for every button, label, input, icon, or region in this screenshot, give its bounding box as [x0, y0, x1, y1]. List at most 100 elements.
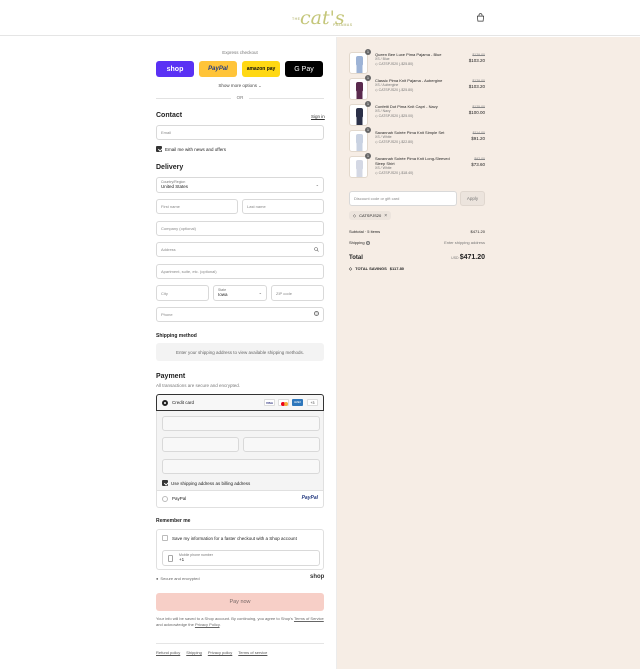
address-field[interactable]: Address [156, 242, 324, 257]
product-swatch-top [356, 82, 363, 92]
paypal-label: PayPal [208, 66, 228, 72]
city-field[interactable]: City [156, 285, 209, 301]
amex-icon: AMEX [292, 399, 303, 406]
subtotal-label: Subtotal · 5 items [349, 229, 381, 234]
or-separator: OR [231, 95, 249, 100]
quantity-badge: 1 [365, 49, 371, 55]
paypal-button[interactable]: PayPal [199, 61, 237, 77]
pay-now-button[interactable]: Pay now [156, 593, 324, 611]
product-price: $103.20 [468, 58, 485, 63]
product-thumbnail [349, 156, 368, 178]
cart-item: 1 Queen Bee Luxe Pima Pajama - Blue XS / … [349, 49, 485, 76]
quantity-badge: 1 [365, 153, 371, 159]
apartment-field[interactable]: Apartment, suite, etc. (optional) [156, 264, 324, 279]
expiration-field[interactable] [162, 437, 239, 452]
security-code-field[interactable] [243, 437, 320, 452]
refund-policy-link[interactable]: Refund policy [156, 650, 180, 655]
footer-divider [156, 643, 324, 644]
news-checkbox[interactable] [156, 146, 162, 152]
card-number-field[interactable] [162, 416, 320, 431]
news-label: Email me with news and offers [165, 146, 226, 152]
phone-field[interactable]: Phone ? [156, 307, 324, 322]
billing-checkbox[interactable] [162, 480, 168, 486]
card-details-panel: Use shipping address as billing address [156, 411, 324, 491]
product-name: Savannah Soirée Pima Knit Long-Sleeved S… [375, 156, 450, 166]
discount-code-applied: ◇ CATSPJS20 (-$25.80) [375, 88, 414, 92]
news-checkbox-row[interactable]: Email me with news and offers [156, 146, 226, 152]
last-name-placeholder: Last name [247, 204, 266, 209]
cart-item: 1 Classic Pima Knit Pajama - Aubergine XS… [349, 75, 485, 102]
amazon-pay-label: amazon pay [246, 66, 276, 72]
company-field[interactable]: Company (optional) [156, 221, 324, 236]
mobile-phone-icon [168, 555, 173, 562]
tag-icon: ◇ [349, 266, 353, 271]
shop-pay-label: shop [166, 65, 184, 73]
shopping-bag-icon[interactable] [476, 13, 485, 22]
paypal-option[interactable]: PayPal PayPal [156, 491, 324, 508]
name-on-card-field[interactable] [162, 459, 320, 474]
terms-of-service-link[interactable]: Terms of service [238, 650, 267, 655]
applied-code-label: CATSPJS20 [359, 213, 382, 218]
shop-pay-button[interactable]: shop [156, 61, 194, 77]
save-info-row[interactable]: Save my information for a faster checkou… [162, 535, 297, 541]
apply-button[interactable]: Apply [460, 191, 485, 206]
paypal-radio[interactable] [162, 496, 168, 502]
visa-icon: VISA [264, 399, 275, 406]
first-name-placeholder: First name [161, 204, 180, 209]
zip-field[interactable]: ZIP code [271, 285, 324, 301]
shop-logo: shop [310, 574, 325, 580]
help-icon[interactable]: ? [314, 311, 319, 316]
discount-code-applied: ◇ CATSPJS20 (-$22.80) [375, 140, 414, 144]
discount-code-field[interactable]: Discount code or gift card [349, 191, 457, 206]
cart-item: 1 Savannah Soirée Pima Knit Simple Set XS… [349, 127, 485, 154]
terms-link[interactable]: Terms of Service [294, 616, 324, 621]
save-info-checkbox[interactable] [162, 535, 168, 541]
chevron-down-icon: ⌄ [258, 290, 262, 295]
show-more-options[interactable]: Show more options ⌄ [156, 83, 324, 88]
city-placeholder: City [161, 290, 168, 296]
credit-card-label: Credit card [172, 400, 195, 405]
total-value: $471.20 [459, 254, 485, 261]
total-label: Total [349, 255, 363, 261]
email-placeholder: Email [161, 130, 172, 135]
country-select[interactable]: Country/Region United States ⌄ [156, 177, 324, 193]
privacy-policy-link[interactable]: Privacy policy [208, 650, 232, 655]
credit-card-radio[interactable] [162, 400, 168, 406]
remove-code-icon[interactable]: × [384, 213, 387, 219]
product-swatch-top [356, 108, 363, 118]
credit-card-option[interactable]: Credit card VISA AMEX +3 [156, 394, 324, 411]
product-swatch-bottom [356, 117, 363, 125]
email-field[interactable]: Email [156, 125, 324, 140]
shipping-link[interactable]: Shipping [186, 650, 202, 655]
help-icon[interactable]: ? [365, 241, 370, 245]
disclaimer-and: and acknowledge the [156, 622, 194, 627]
discount-placeholder: Discount code or gift card [354, 196, 400, 201]
sign-in-link[interactable]: Sign in [311, 114, 325, 119]
payment-subtitle: All transactions are secure and encrypte… [156, 383, 241, 388]
privacy-link[interactable]: Privacy Policy [195, 622, 220, 627]
pay-disclaimer: Your info will be saved to a Shop accoun… [156, 616, 324, 628]
original-price: $125.00 [472, 105, 485, 109]
original-price: $129.00 [472, 53, 485, 57]
google-pay-button[interactable]: G Pay [285, 61, 323, 77]
secure-row: ● Secure and encrypted [156, 576, 200, 581]
product-swatch-top [356, 134, 363, 144]
state-select[interactable]: State Iowa ⌄ [213, 285, 267, 301]
store-logo[interactable]: THE cat's PAJAMAS [289, 7, 352, 29]
disclaimer-period: . [219, 622, 221, 627]
state-value: Iowa [218, 292, 228, 297]
disclaimer-text: Your info will be saved to a Shop accoun… [156, 616, 293, 621]
quantity-badge: 1 [365, 101, 371, 107]
product-price: $103.20 [468, 84, 485, 89]
lock-icon: ● [156, 576, 159, 581]
first-name-field[interactable]: First name [156, 199, 238, 214]
cart-item: 1 Savannah Soirée Pima Knit Long-Sleeved… [349, 153, 485, 180]
billing-checkbox-row[interactable]: Use shipping address as billing address [162, 480, 250, 486]
mobile-phone-field[interactable]: Mobile phone number +1 [162, 550, 320, 566]
last-name-field[interactable]: Last name [242, 199, 324, 214]
product-swatch-bottom [356, 169, 363, 177]
product-price: $73.60 [471, 162, 485, 167]
amazon-pay-button[interactable]: amazon pay [242, 61, 280, 77]
billing-label: Use shipping address as billing address [171, 480, 251, 486]
product-price: $100.00 [468, 110, 485, 115]
